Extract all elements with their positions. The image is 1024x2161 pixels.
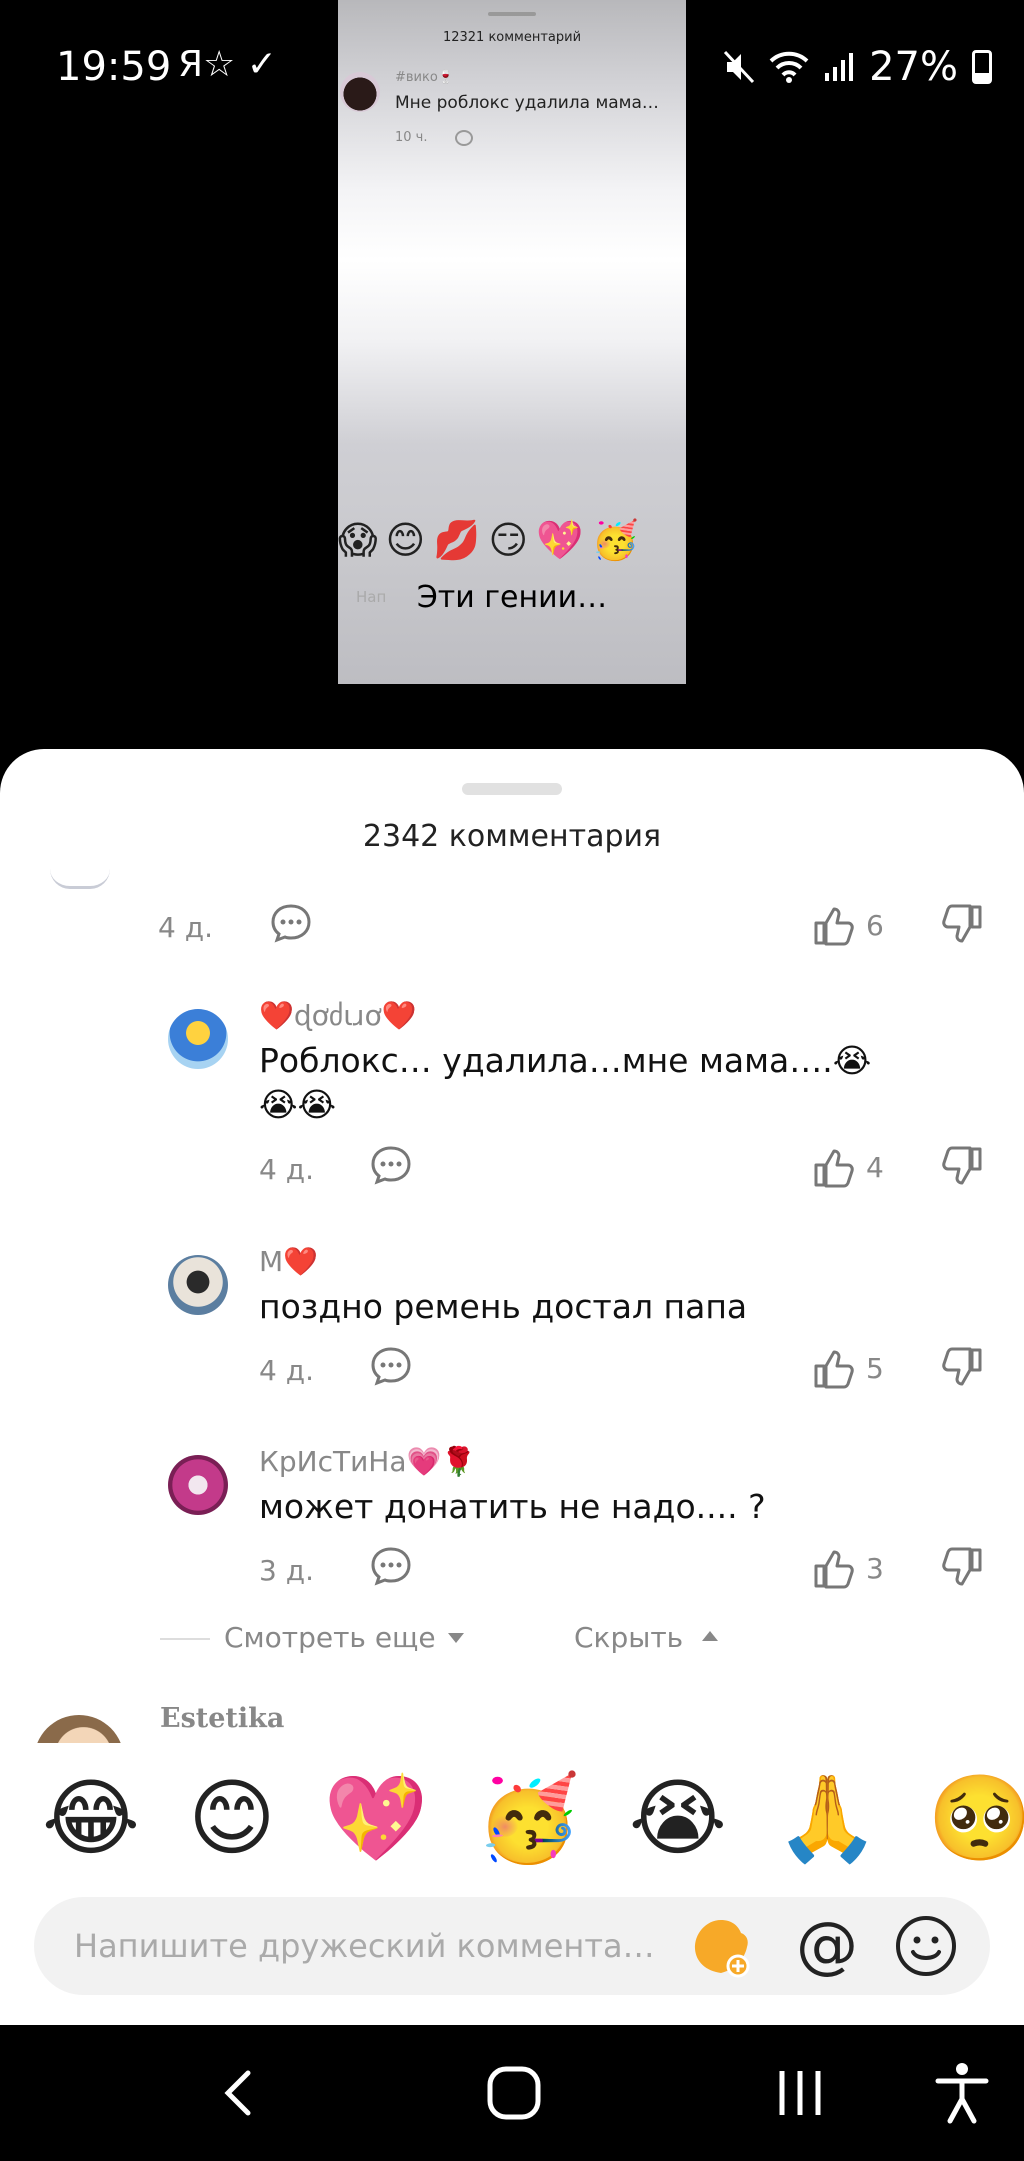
- mention-icon[interactable]: @: [796, 1905, 858, 1985]
- video-username: #вико🍷: [395, 70, 454, 85]
- wifi-icon: [769, 51, 809, 83]
- thumbs-down-icon[interactable]: [940, 1346, 984, 1390]
- emoji-button[interactable]: 🙏: [775, 1763, 880, 1873]
- thumbs-up-icon: [814, 1550, 854, 1589]
- system-nav-bar: [0, 2025, 1024, 2161]
- reply-icon[interactable]: [270, 903, 312, 943]
- comment-text: может донатить не надо.... ?: [259, 1487, 766, 1526]
- comment-time: 4 д.: [259, 1153, 314, 1186]
- like-count: 3: [866, 1551, 884, 1585]
- thumbs-up-icon: [814, 907, 854, 946]
- comments-sheet: 2342 комментария 4 д. 6 ❤️ɖơძɩɹơ❤️ Робло…: [0, 749, 1024, 2025]
- video-preview[interactable]: 12321 комментарий #вико🍷 Мне роблокс уда…: [338, 0, 686, 684]
- hide-replies-button[interactable]: Скрыть: [574, 1621, 683, 1654]
- comment-time: 4 д.: [158, 911, 213, 944]
- caret-down-icon: [448, 1633, 464, 1643]
- comment-text: Роблокс… удалила…мне мама….😭😭😭: [259, 1041, 872, 1124]
- view-more-button[interactable]: Смотреть еще: [224, 1621, 436, 1654]
- emoji-button[interactable]: 😊: [188, 1763, 276, 1873]
- comment-time: 3 д.: [259, 1554, 314, 1587]
- avatar[interactable]: [168, 1255, 228, 1315]
- like-button[interactable]: 3: [812, 1546, 884, 1590]
- emoji-quick-bar: 😂 😊 💖 🥳 😭 🙏 🥺 😊: [0, 1763, 1024, 1873]
- comment-time: 4 д.: [259, 1354, 314, 1387]
- video-emoji-row: 😱😊💋😏💖🥳: [338, 518, 647, 562]
- emoji-button[interactable]: 🥳: [476, 1763, 581, 1873]
- comment-meta-row: 4 д. 6: [0, 903, 1024, 953]
- like-count: 4: [866, 1150, 884, 1184]
- sheet-drag-handle[interactable]: [462, 783, 562, 795]
- partial-avatar[interactable]: [50, 869, 110, 889]
- comment-input[interactable]: [74, 1897, 694, 1995]
- caret-up-icon: [702, 1631, 718, 1641]
- battery-icon: [972, 50, 992, 84]
- thumbs-up-icon: [814, 1350, 854, 1389]
- video-comment-text: Мне роблокс удалила мама…: [395, 93, 659, 113]
- back-icon[interactable]: [210, 2063, 270, 2123]
- thumbs-down-icon[interactable]: [940, 1145, 984, 1189]
- emoji-button[interactable]: 😭: [629, 1763, 727, 1873]
- thumbs-up-icon: [814, 1149, 854, 1188]
- like-count: 5: [866, 1351, 884, 1385]
- thumbs-down-icon[interactable]: [940, 903, 984, 947]
- like-button[interactable]: 5: [812, 1346, 884, 1390]
- video-caption: Эти гении…: [416, 580, 608, 615]
- comment-input-bar: @: [34, 1897, 990, 1995]
- replies-controls: Смотреть еще Скрыть: [0, 1617, 1024, 1661]
- emoji-button[interactable]: 🥺: [928, 1763, 1024, 1873]
- sticker-icon[interactable]: [690, 1916, 752, 1978]
- emoji-button[interactable]: 💖: [324, 1763, 429, 1873]
- avatar[interactable]: [168, 1455, 228, 1515]
- video-sheet-handle: [488, 12, 536, 16]
- comment-meta-row: 3 д. 3: [0, 1546, 1024, 1596]
- reply-icon[interactable]: [370, 1546, 412, 1586]
- video-reply-icon: [455, 130, 473, 146]
- status-time: 19:59: [56, 44, 172, 90]
- video-comment-time: 10 ч.: [395, 130, 428, 145]
- smile-icon[interactable]: [894, 1914, 958, 1978]
- like-button[interactable]: 4: [812, 1145, 884, 1189]
- accessibility-icon[interactable]: [934, 2061, 990, 2125]
- comment-meta-row: 4 д. 4: [0, 1145, 1024, 1195]
- recent-apps-icon[interactable]: [770, 2063, 830, 2123]
- comment-meta-row: 4 д. 5: [0, 1346, 1024, 1396]
- comment-username[interactable]: ❤️ɖơძɩɹơ❤️: [259, 999, 416, 1032]
- battery-percent: 27%: [869, 44, 958, 90]
- reply-icon[interactable]: [370, 1145, 412, 1185]
- home-icon[interactable]: [484, 2063, 544, 2123]
- comment-text: поздно ремень достал папа: [259, 1287, 748, 1326]
- comment-username[interactable]: М❤️: [259, 1245, 318, 1278]
- comment-username[interactable]: Estetika: [160, 1703, 284, 1734]
- divider: [160, 1638, 210, 1640]
- status-right: 27%: [723, 44, 992, 90]
- signal-icon: [825, 53, 854, 81]
- video-comment-count: 12321 комментарий: [442, 30, 582, 45]
- reply-icon[interactable]: [370, 1346, 412, 1386]
- video-avatar: [340, 72, 380, 112]
- mute-icon: [723, 50, 755, 84]
- notification-icons: Я☆ ✓: [178, 44, 277, 85]
- avatar[interactable]: [168, 1009, 228, 1069]
- emoji-button[interactable]: 😂: [42, 1763, 140, 1873]
- like-button[interactable]: 6: [812, 903, 884, 947]
- thumbs-down-icon[interactable]: [940, 1546, 984, 1590]
- like-count: 6: [866, 908, 884, 942]
- comments-count-title: 2342 комментария: [362, 819, 662, 854]
- comment-username[interactable]: КрИсТиНа💗🌹: [259, 1445, 476, 1478]
